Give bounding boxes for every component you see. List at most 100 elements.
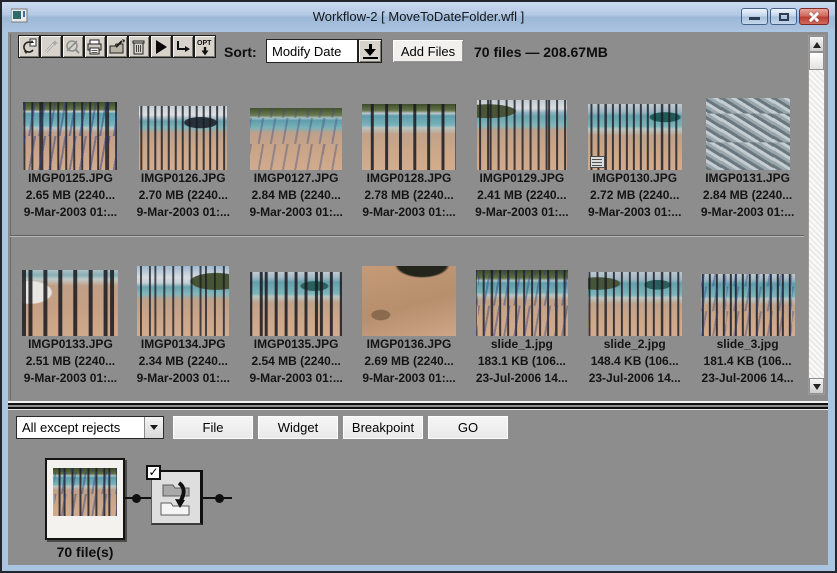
sort-dropdown-button[interactable]	[358, 39, 382, 63]
sort-combobox[interactable]: Modify Date	[266, 39, 382, 63]
file-size: 2.51 MB (2240...	[26, 353, 115, 370]
scroll-down-button[interactable]	[809, 378, 824, 394]
sort-value[interactable]: Modify Date	[266, 39, 358, 63]
go-button[interactable]: GO	[427, 415, 509, 440]
thumbnail-cell[interactable]: IMGP0126.JPG 2.70 MB (2240... 9-Mar-2003…	[127, 92, 240, 221]
file-name: slide_1.jpg	[491, 336, 553, 353]
scroll-up-button[interactable]	[809, 36, 824, 52]
photo-thumbnail[interactable]	[362, 104, 456, 170]
photo-thumbnail[interactable]	[701, 274, 795, 336]
file-name: IMGP0131.JPG	[705, 170, 790, 187]
zoom-disabled-button[interactable]	[62, 35, 84, 58]
photo-thumbnail[interactable]	[362, 266, 456, 336]
file-name: IMGP0136.JPG	[367, 336, 452, 353]
print-icon	[86, 38, 104, 56]
minimize-button[interactable]	[741, 8, 768, 25]
photo-thumbnail[interactable]	[477, 100, 567, 170]
titlebar: Workflow-2 [ MoveToDateFolder.wfl ]	[2, 2, 835, 30]
source-files-node[interactable]	[45, 458, 125, 540]
source-node-label: 70 file(s)	[30, 544, 140, 560]
thumbnail-cell[interactable]: slide_3.jpg 181.4 KB (106... 23-Jul-2006…	[691, 258, 804, 387]
arrow-down-icon	[813, 384, 821, 390]
step-button[interactable]	[172, 35, 194, 58]
trash-button[interactable]	[128, 35, 150, 58]
connector-dot[interactable]	[132, 494, 141, 503]
filter-dropdown-button[interactable]	[144, 417, 163, 438]
panel-left-edge	[10, 34, 11, 400]
file-name: IMGP0130.JPG	[592, 170, 677, 187]
step-arrow-icon	[174, 38, 192, 56]
breakpoint-button[interactable]: Breakpoint	[342, 415, 424, 440]
refresh-button[interactable]	[18, 35, 40, 58]
photo-thumbnail[interactable]	[137, 266, 229, 336]
row-separator	[10, 235, 804, 237]
panel-divider	[8, 400, 828, 411]
file-date: 23-Jul-2006 14...	[476, 370, 568, 387]
close-button[interactable]	[799, 8, 829, 25]
widget-button[interactable]: Widget	[257, 415, 339, 440]
thumbnail-row: IMGP0125.JPG 2.65 MB (2240... 9-Mar-2003…	[14, 92, 804, 221]
zoom-disabled-icon	[64, 38, 82, 56]
file-date: 9-Mar-2003 01:...	[249, 204, 342, 221]
file-date: 9-Mar-2003 01:...	[362, 370, 455, 387]
file-size: 2.72 MB (2240...	[590, 187, 679, 204]
maximize-icon	[779, 13, 789, 21]
print-button[interactable]	[84, 35, 106, 58]
file-name: IMGP0126.JPG	[141, 170, 226, 187]
run-icon	[152, 38, 170, 56]
annotation-badge-icon	[590, 156, 605, 168]
photo-thumbnail[interactable]	[23, 102, 117, 170]
thumbnail-cell[interactable]: IMGP0129.JPG 2.41 MB (2240... 9-Mar-2003…	[465, 92, 578, 221]
thumbnail-cell[interactable]: IMGP0133.JPG 2.51 MB (2240... 9-Mar-2003…	[14, 258, 127, 387]
photo-thumbnail[interactable]	[250, 108, 342, 170]
file-size: 2.84 MB (2240...	[251, 187, 340, 204]
run-button[interactable]	[150, 35, 172, 58]
filter-combobox[interactable]: All except rejects	[16, 416, 164, 439]
file-name: IMGP0134.JPG	[141, 336, 226, 353]
thumbnail-cell[interactable]: IMGP0125.JPG 2.65 MB (2240... 9-Mar-2003…	[14, 92, 127, 221]
photo-thumbnail[interactable]	[476, 270, 568, 336]
file-date: 9-Mar-2003 01:...	[588, 204, 681, 221]
maximize-button[interactable]	[770, 8, 797, 25]
thumbnail-cell[interactable]: IMGP0127.JPG 2.84 MB (2240... 9-Mar-2003…	[240, 92, 353, 221]
filter-value[interactable]: All except rejects	[17, 420, 144, 435]
thumbnail-cell[interactable]: IMGP0130.JPG 2.72 MB (2240... 9-Mar-2003…	[578, 92, 691, 221]
file-name: IMGP0128.JPG	[367, 170, 452, 187]
node-photo-thumbnail	[53, 468, 117, 516]
photo-thumbnail[interactable]	[139, 106, 227, 170]
photo-thumbnail[interactable]	[706, 98, 790, 170]
file-size: 2.69 MB (2240...	[364, 353, 453, 370]
photo-thumbnail[interactable]	[588, 104, 682, 170]
file-size: 148.4 KB (106...	[591, 353, 679, 370]
thumbnail-cell[interactable]: slide_2.jpg 148.4 KB (106... 23-Jul-2006…	[578, 258, 691, 387]
photo-thumbnail[interactable]	[250, 272, 342, 336]
thumbnail-cell[interactable]: slide_1.jpg 183.1 KB (106... 23-Jul-2006…	[465, 258, 578, 387]
file-size: 2.41 MB (2240...	[477, 187, 566, 204]
thumbnail-cell[interactable]: IMGP0136.JPG 2.69 MB (2240... 9-Mar-2003…	[353, 258, 466, 387]
options-button[interactable]: OPT	[194, 35, 216, 58]
wand-button[interactable]	[40, 35, 62, 58]
file-date: 23-Jul-2006 14...	[589, 370, 681, 387]
add-files-button[interactable]: Add Files	[392, 39, 464, 63]
dropdown-arrow-icon	[364, 49, 376, 56]
thumbnail-cell[interactable]: IMGP0134.JPG 2.34 MB (2240... 9-Mar-2003…	[127, 258, 240, 387]
thumbnail-cell[interactable]: IMGP0128.JPG 2.78 MB (2240... 9-Mar-2003…	[353, 92, 466, 221]
connector-dot[interactable]	[215, 494, 224, 503]
arrow-up-icon	[813, 42, 821, 48]
node-enabled-checkbox[interactable]: ✓	[146, 465, 161, 480]
thumbnail-cell[interactable]: IMGP0135.JPG 2.54 MB (2240... 9-Mar-2003…	[240, 258, 353, 387]
file-size: 183.1 KB (106...	[478, 353, 566, 370]
options-icon: OPT	[196, 38, 214, 56]
photo-thumbnail[interactable]	[22, 270, 118, 336]
export-folder-button[interactable]	[106, 35, 128, 58]
photo-thumbnail[interactable]	[588, 272, 682, 336]
file-date: 9-Mar-2003 01:...	[24, 370, 117, 387]
thumbnail-cell[interactable]: IMGP0131.JPG 2.84 MB (2240... 9-Mar-2003…	[691, 92, 804, 221]
svg-text:OPT: OPT	[197, 40, 212, 47]
vertical-scrollbar[interactable]	[808, 35, 825, 395]
file-date: 9-Mar-2003 01:...	[249, 370, 342, 387]
file-size: 2.54 MB (2240...	[251, 353, 340, 370]
file-button[interactable]: File	[172, 415, 254, 440]
scrollbar-thumb[interactable]	[809, 52, 824, 70]
file-name: IMGP0135.JPG	[254, 336, 339, 353]
